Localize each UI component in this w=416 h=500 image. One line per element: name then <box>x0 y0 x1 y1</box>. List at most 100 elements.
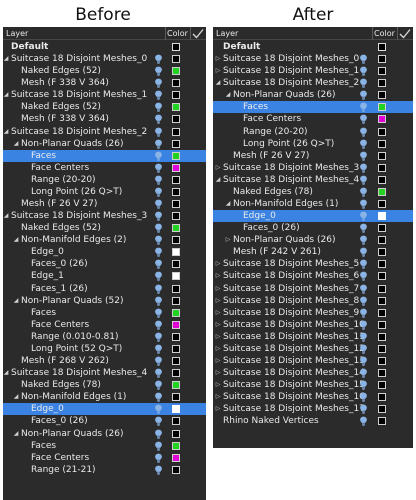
lightbulb-icon[interactable] <box>154 175 163 185</box>
layer-row-suitcase-18-disjoint-meshes-2[interactable]: ◢ Suitcase 18 Disjoint Meshes_2 <box>3 126 206 138</box>
layer-name[interactable]: Faces <box>31 307 56 319</box>
layer-row-suitcase-18-disjoint-meshes-4[interactable]: ◢ Suitcase 18 Disjoint Meshes_4 <box>213 174 413 186</box>
layer-color-swatch[interactable] <box>378 127 386 136</box>
layer-name[interactable]: Faces_0 (26) <box>243 222 300 234</box>
layer-color-swatch[interactable] <box>378 272 386 281</box>
lightbulb-icon[interactable] <box>359 54 368 64</box>
layer-name[interactable]: Edge_0 <box>243 210 276 222</box>
layer-name[interactable]: Suitcase 18 Disjoint Meshes_5 <box>223 258 359 270</box>
layer-color-swatch[interactable] <box>378 357 386 366</box>
expanded-triangle-icon[interactable]: ◢ <box>12 428 20 440</box>
layer-color-swatch[interactable] <box>172 212 180 221</box>
lightbulb-icon[interactable] <box>359 380 368 390</box>
layer-name[interactable]: Suitcase 18 Disjoint Meshes_16 <box>223 391 365 403</box>
layer-name[interactable]: Suitcase 18 Disjoint Meshes_10 <box>223 319 365 331</box>
layer-name[interactable]: Suitcase 18 Disjoint Meshes_4 <box>11 367 147 379</box>
layer-name[interactable]: Range (20-20) <box>31 174 96 186</box>
expanded-triangle-icon[interactable]: ◢ <box>3 126 10 138</box>
layer-row-suitcase-18-disjoint-meshes-12[interactable]: ▷ Suitcase 18 Disjoint Meshes_12 <box>213 343 413 355</box>
layer-row-faces[interactable]: Faces <box>3 307 206 319</box>
lightbulb-icon[interactable] <box>359 223 368 233</box>
layer-color-swatch[interactable] <box>172 393 180 402</box>
layer-name[interactable]: Non-Manifold Edges (2) <box>21 234 126 246</box>
layer-row-non-planar-quads-26[interactable]: ▷ Non-Planar Quads (26) <box>213 234 413 246</box>
layer-color-swatch[interactable] <box>172 284 180 293</box>
lightbulb-icon[interactable] <box>359 344 368 354</box>
expanded-triangle-icon[interactable]: ◢ <box>224 198 232 210</box>
layer-row-default[interactable]: Default <box>3 41 206 53</box>
layer-row-long-point-52-q-t[interactable]: Long Point (52 Q>T) <box>3 343 206 355</box>
layer-name[interactable]: Suitcase 18 Disjoint Meshes_2 <box>11 126 147 138</box>
layer-color-swatch[interactable] <box>378 369 386 378</box>
layer-color-swatch[interactable] <box>172 200 180 209</box>
layer-name[interactable]: Naked Edges (52) <box>21 222 101 234</box>
layer-color-swatch[interactable] <box>378 405 386 414</box>
expanded-triangle-icon[interactable]: ◢ <box>12 234 20 246</box>
lightbulb-icon[interactable] <box>359 66 368 76</box>
layer-name[interactable]: Edge_0 <box>31 403 64 415</box>
layer-color-swatch[interactable] <box>172 369 180 378</box>
layer-row-suitcase-18-disjoint-meshes-3[interactable]: ▷ Suitcase 18 Disjoint Meshes_3 <box>213 162 413 174</box>
layer-name[interactable]: Naked Edges (52) <box>21 101 101 113</box>
layer-name[interactable]: Non-Planar Quads (52) <box>21 295 123 307</box>
expanded-triangle-icon[interactable]: ◢ <box>3 53 10 65</box>
layer-color-swatch[interactable] <box>172 103 180 112</box>
lightbulb-icon[interactable] <box>359 247 368 258</box>
layer-color-swatch[interactable] <box>172 139 180 148</box>
layer-color-swatch[interactable] <box>378 55 386 64</box>
layer-row-mesh-f-26-v-27[interactable]: Mesh (F 26 V 27) <box>3 198 206 210</box>
layer-row-long-point-26-q-t[interactable]: Long Point (26 Q>T) <box>3 186 206 198</box>
layer-color-swatch[interactable] <box>378 175 386 184</box>
layer-name[interactable]: Suitcase 18 Disjoint Meshes_9 <box>223 307 359 319</box>
layer-row-long-point-26-q-t[interactable]: Long Point (26 Q>T) <box>213 138 413 150</box>
lightbulb-icon[interactable] <box>359 199 368 209</box>
layer-color-swatch[interactable] <box>172 151 180 160</box>
layer-name[interactable]: Suitcase 18 Disjoint Meshes_15 <box>223 379 365 391</box>
layer-color-swatch[interactable] <box>378 344 386 353</box>
layer-color-swatch[interactable] <box>378 91 386 100</box>
lightbulb-icon[interactable] <box>359 404 368 415</box>
layer-color-swatch[interactable] <box>172 175 180 184</box>
layer-row-non-planar-quads-26[interactable]: ◢ Non-Planar Quads (26) <box>3 138 206 150</box>
layer-color-swatch[interactable] <box>378 417 386 426</box>
layer-name[interactable]: Suitcase 18 Disjoint Meshes_7 <box>223 283 359 295</box>
lightbulb-icon[interactable] <box>359 235 368 245</box>
layer-row-mesh-f-268-v-262[interactable]: Mesh (F 268 V 262) <box>3 355 206 367</box>
collapsed-triangle-icon[interactable]: ▷ <box>214 258 222 270</box>
layer-color-swatch[interactable] <box>378 67 386 76</box>
layer-row-suitcase-18-disjoint-meshes-14[interactable]: ▷ Suitcase 18 Disjoint Meshes_14 <box>213 367 413 379</box>
lightbulb-icon[interactable] <box>359 332 368 342</box>
layer-row-edge-0[interactable]: Edge_0 <box>3 246 206 258</box>
collapsed-triangle-icon[interactable]: ▷ <box>214 283 222 295</box>
layer-row-mesh-f-26-v-27[interactable]: Mesh (F 26 V 27) <box>213 150 413 162</box>
layer-name[interactable]: Naked Edges (78) <box>233 186 313 198</box>
expanded-triangle-icon[interactable]: ◢ <box>12 138 20 150</box>
collapsed-triangle-icon[interactable]: ▷ <box>224 234 232 246</box>
layer-name[interactable]: Edge_0 <box>31 246 64 258</box>
layer-row-non-manifold-edges-2[interactable]: ◢ Non-Manifold Edges (2) <box>3 234 206 246</box>
layer-row-suitcase-18-disjoint-meshes-0[interactable]: ◢ Suitcase 18 Disjoint Meshes_0 <box>3 53 206 65</box>
layer-row-faces-0-26[interactable]: Faces_0 (26) <box>3 415 206 427</box>
lightbulb-icon[interactable] <box>154 296 163 306</box>
layer-name[interactable]: Mesh (F 26 V 27) <box>21 198 97 210</box>
lightbulb-icon[interactable] <box>154 441 163 451</box>
layer-name[interactable]: Face Centers <box>243 113 301 125</box>
lightbulb-icon[interactable] <box>154 247 163 258</box>
layer-color-swatch[interactable] <box>378 151 386 160</box>
layer-color-swatch[interactable] <box>378 79 386 88</box>
layer-name[interactable]: Faces_1 (26) <box>31 283 88 295</box>
layer-row-suitcase-18-disjoint-meshes-8[interactable]: ▷ Suitcase 18 Disjoint Meshes_8 <box>213 295 413 307</box>
column-divider[interactable] <box>372 27 373 40</box>
lightbulb-icon[interactable] <box>154 66 163 76</box>
collapsed-triangle-icon[interactable]: ▷ <box>214 379 222 391</box>
lightbulb-icon[interactable] <box>154 453 163 463</box>
expanded-triangle-icon[interactable]: ◢ <box>3 210 10 222</box>
layer-color-swatch[interactable] <box>378 332 386 341</box>
expanded-triangle-icon[interactable]: ◢ <box>12 295 20 307</box>
layer-row-naked-edges-52[interactable]: Naked Edges (52) <box>3 222 206 234</box>
checkmark-icon[interactable] <box>398 27 412 40</box>
layer-name[interactable]: Mesh (F 268 V 262) <box>21 355 109 367</box>
lightbulb-icon[interactable] <box>359 90 368 101</box>
layer-name[interactable]: Long Point (26 Q>T) <box>31 186 122 198</box>
layer-row-suitcase-18-disjoint-meshes-11[interactable]: ▷ Suitcase 18 Disjoint Meshes_11 <box>213 331 413 343</box>
